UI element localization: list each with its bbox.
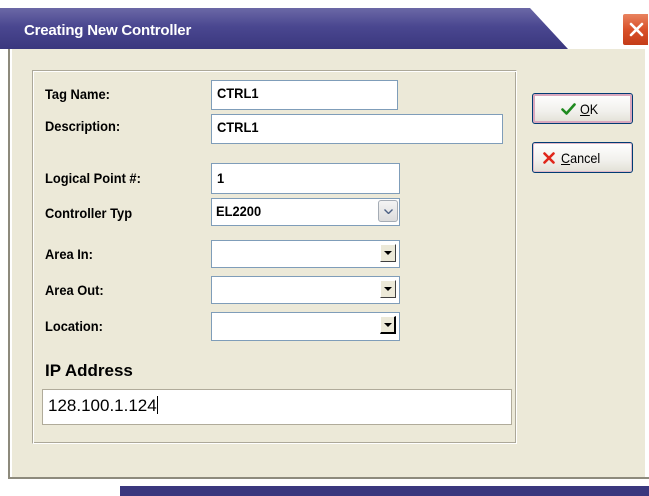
controller-type-dropdown[interactable]: EL2200 — [211, 198, 400, 226]
tag-name-label: Tag Name: — [45, 86, 110, 102]
ok-button-mnemonic: O — [580, 101, 590, 117]
location-label: Location: — [45, 318, 103, 334]
controller-type-label: Controller Typ — [45, 205, 133, 221]
description-label: Description: — [45, 118, 121, 134]
ok-button-label-rest: K — [589, 101, 599, 117]
ok-button[interactable]: OK — [532, 93, 633, 124]
dropdown-arrow-icon — [384, 287, 392, 291]
tag-name-value: CTRL1 — [217, 85, 259, 101]
area-out-dropdown[interactable] — [211, 276, 400, 304]
ip-address-field[interactable]: 128.100.1.124 — [42, 389, 512, 425]
logical-point-value: 1 — [217, 170, 225, 186]
window-frame-left-edge — [8, 49, 10, 479]
area-out-dropdown-button[interactable] — [380, 280, 396, 298]
controller-type-dropdown-button[interactable] — [378, 200, 398, 222]
title-bar: Creating New Controller — [0, 0, 649, 49]
cancel-button-mnemonic: C — [561, 150, 571, 166]
tag-name-field[interactable]: CTRL1 — [211, 80, 398, 110]
cancel-button-label: Cancel — [561, 150, 600, 166]
logical-point-label: Logical Point #: — [45, 170, 141, 186]
window-frame-bottom-edge — [8, 477, 649, 479]
close-x-icon — [629, 22, 644, 37]
close-button[interactable] — [622, 13, 649, 46]
text-cursor — [156, 396, 158, 414]
background-window-strip — [120, 486, 649, 496]
area-in-label: Area In: — [45, 246, 93, 262]
description-field[interactable]: CTRL1 — [211, 114, 503, 144]
red-x-icon — [543, 152, 555, 164]
window-frame-left — [0, 49, 12, 496]
location-dropdown[interactable] — [211, 312, 400, 341]
area-in-dropdown[interactable] — [211, 240, 400, 268]
area-in-dropdown-button[interactable] — [380, 244, 396, 262]
cancel-button-label-rest: ancel — [570, 150, 601, 166]
cancel-button[interactable]: Cancel — [532, 142, 633, 173]
description-value: CTRL1 — [217, 119, 259, 135]
ip-address-label: IP Address — [45, 361, 133, 380]
ip-address-value: 128.100.1.124 — [48, 396, 157, 415]
location-dropdown-button[interactable] — [380, 316, 396, 334]
dropdown-arrow-icon — [384, 251, 392, 255]
logical-point-field[interactable]: 1 — [211, 163, 400, 194]
ok-button-label: OK — [580, 101, 598, 117]
dropdown-arrow-icon — [384, 323, 392, 327]
area-out-label: Area Out: — [45, 282, 104, 298]
chevron-down-icon — [384, 209, 393, 214]
controller-type-value: EL2200 — [216, 203, 262, 219]
window-title: Creating New Controller — [24, 22, 192, 39]
checkmark-icon — [561, 103, 576, 115]
window-frame-right — [645, 49, 649, 479]
